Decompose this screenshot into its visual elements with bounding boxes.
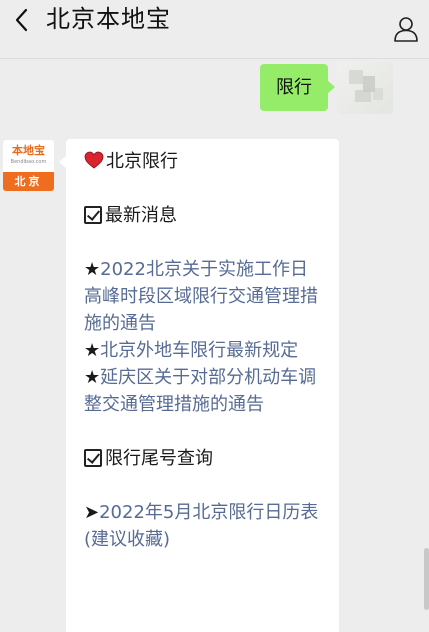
star-bullet-icon: ★ (84, 340, 101, 361)
chat-screen: 北京本地宝 限行 本地宝 Bendibao.com 北京 北京限行 最新消息 ★… (0, 0, 429, 632)
chevron-left-icon (15, 8, 28, 32)
message-heading: 北京限行 (84, 148, 323, 175)
section-title: 最新消息 (84, 202, 323, 229)
logo-brand: 本地宝 (12, 144, 45, 157)
outgoing-message-bubble[interactable]: 限行 (260, 64, 335, 111)
user-avatar[interactable] (337, 62, 393, 114)
arrow-bullet-icon: ➤ (84, 502, 100, 523)
chat-header: 北京本地宝 (0, 0, 429, 59)
news-item[interactable]: ➤2022年5月北京限行日历表(建议收藏) (84, 499, 323, 553)
account-avatar[interactable]: 本地宝 Bendibao.com 北京 (3, 140, 54, 191)
section-title-text: 最新消息 (105, 205, 177, 226)
section-title-text: 限行尾号查询 (105, 448, 213, 469)
heart-icon (84, 151, 104, 169)
star-bullet-icon: ★ (84, 259, 101, 280)
star-bullet-icon: ★ (84, 367, 101, 388)
scrollbar-thumb[interactable] (424, 548, 429, 610)
section-title: 限行尾号查询 (84, 445, 323, 472)
heading-text: 北京限行 (106, 151, 178, 172)
back-button[interactable] (4, 2, 40, 38)
checkbox-icon (84, 449, 102, 467)
news-link[interactable]: 2022北京关于实施工作日高峰时段区域限行交通管理措施的通告 (84, 259, 318, 334)
news-item[interactable]: ★延庆区关于对部分机动车调整交通管理措施的通告 (84, 364, 323, 418)
news-item[interactable]: ★2022北京关于实施工作日高峰时段区域限行交通管理措施的通告 (84, 256, 323, 337)
news-link[interactable]: 延庆区关于对部分机动车调整交通管理措施的通告 (84, 367, 316, 415)
news-link[interactable]: 2022年5月北京限行日历表(建议收藏) (84, 502, 318, 550)
news-item[interactable]: ★北京外地车限行最新规定 (84, 337, 323, 364)
person-icon (394, 17, 418, 42)
checkbox-icon (84, 206, 102, 224)
news-link[interactable]: 北京外地车限行最新规定 (100, 340, 298, 361)
chat-title: 北京本地宝 (46, 5, 171, 33)
incoming-message-bubble: 北京限行 最新消息 ★2022北京关于实施工作日高峰时段区域限行交通管理措施的通… (59, 139, 339, 632)
profile-button[interactable] (389, 12, 423, 46)
outgoing-message-text: 限行 (276, 77, 312, 98)
logo-city: 北京 (3, 172, 54, 191)
logo-domain: Bendibao.com (10, 159, 47, 165)
